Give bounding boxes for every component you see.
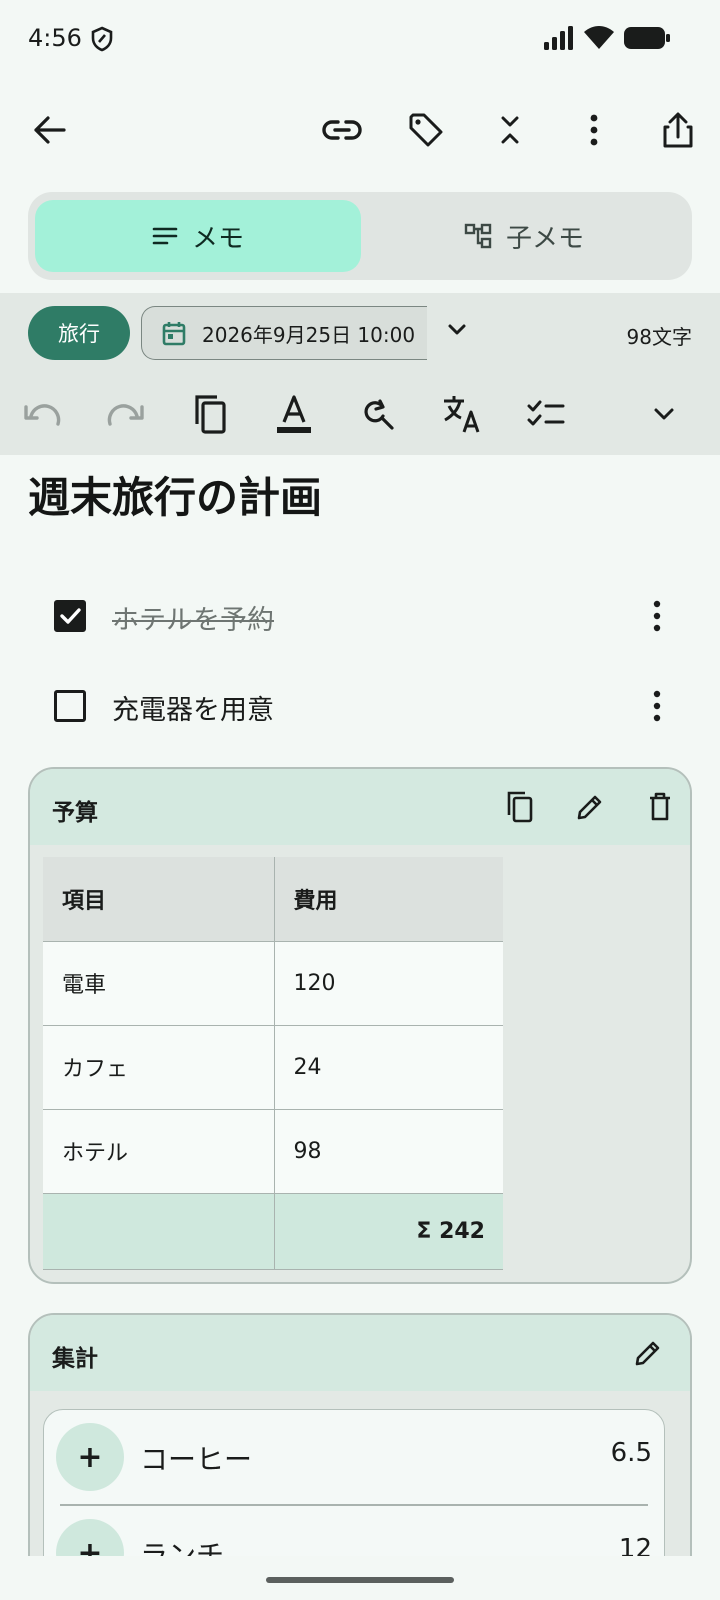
more-vert-icon	[590, 114, 598, 146]
more-vert-icon	[653, 690, 661, 722]
item-menu-button[interactable]	[652, 690, 662, 722]
chevron-down-icon	[448, 324, 466, 335]
item-menu-button[interactable]	[652, 600, 662, 632]
checkbox-unchecked[interactable]	[54, 690, 86, 722]
table-cell[interactable]: 120	[274, 941, 503, 1025]
column-header[interactable]: 費用	[274, 857, 503, 941]
checkbox-checked[interactable]	[54, 600, 86, 632]
table-cell[interactable]: 24	[274, 1025, 503, 1109]
pencil-icon	[577, 795, 602, 820]
table-cell[interactable]: カフェ	[43, 1025, 275, 1109]
tally-item: + コーヒー 6.5	[44, 1410, 664, 1506]
more-vert-icon	[653, 600, 661, 632]
share-icon	[663, 112, 693, 148]
checklist-item-label[interactable]: 充電器を用意	[112, 688, 274, 727]
undo-button[interactable]	[12, 384, 72, 444]
table-row: ホテル 98	[43, 1109, 503, 1193]
tag-icon	[409, 113, 443, 147]
redo-icon	[107, 404, 144, 426]
checklist-item: 充電器を用意	[0, 662, 720, 750]
copy-icon	[195, 395, 226, 434]
tally-item-label: コーヒー	[140, 1443, 253, 1476]
table-cell[interactable]: 電車	[43, 941, 275, 1025]
tab-memo-label: メモ	[191, 223, 244, 254]
budget-card-title: 予算	[52, 800, 98, 826]
battery-icon	[624, 27, 670, 49]
expand-icon	[654, 408, 674, 420]
more-button[interactable]	[564, 100, 624, 160]
date-dropdown-button[interactable]	[445, 318, 469, 342]
translate-button[interactable]	[432, 384, 492, 444]
collapse-icon	[501, 116, 519, 144]
tab-child-memo-label: 子メモ	[505, 223, 584, 254]
tree-icon	[464, 223, 492, 249]
pencil-icon	[635, 1341, 660, 1366]
delete-table-button[interactable]	[638, 785, 682, 829]
edit-table-button[interactable]	[568, 785, 612, 829]
date-chip[interactable]: 2026年9月25日 10:00	[141, 306, 427, 360]
link-button[interactable]	[312, 100, 372, 160]
text-color-button[interactable]	[264, 384, 324, 444]
table-cell[interactable]: ホテル	[43, 1109, 275, 1193]
tally-card-header: 集計	[30, 1315, 690, 1391]
checklist-item-label[interactable]: ホテルを予約	[112, 598, 274, 637]
tally-card-title: 集計	[52, 1346, 98, 1372]
status-icons	[542, 26, 670, 50]
text-color-icon	[277, 395, 311, 433]
checklist-item: ホテルを予約	[0, 572, 720, 660]
table-cell[interactable]: 98	[274, 1109, 503, 1193]
find-replace-button[interactable]	[348, 384, 408, 444]
tag-button[interactable]	[396, 100, 456, 160]
increment-button[interactable]: +	[56, 1423, 124, 1491]
copy-table-button[interactable]	[498, 785, 542, 829]
tally-item-value: 6.5	[610, 1438, 652, 1468]
note-title[interactable]: 週末旅行の計画	[28, 464, 322, 525]
collapse-button[interactable]	[480, 100, 540, 160]
wifi-icon	[584, 26, 614, 50]
find-replace-icon	[364, 399, 394, 430]
budget-table: 項目 費用 電車 120 カフェ 24 ホテル 98 Σ 242	[43, 857, 503, 1270]
back-arrow-icon	[34, 116, 66, 144]
tab-child-memo[interactable]: 子メモ	[364, 200, 684, 272]
copy-icon	[507, 791, 533, 823]
view-tabs: メモ 子メモ	[28, 192, 692, 280]
date-text: 2026年9月25日 10:00	[202, 322, 416, 347]
budget-card-header: 予算	[30, 769, 690, 845]
share-button[interactable]	[648, 100, 708, 160]
table-header-row: 項目 費用	[43, 857, 503, 941]
char-count: 98文字	[626, 325, 692, 349]
sum-value: Σ 242	[274, 1193, 503, 1269]
trash-icon	[650, 792, 670, 821]
tag-chip[interactable]: 旅行	[28, 306, 130, 360]
link-icon	[322, 120, 362, 140]
calendar-icon	[162, 322, 186, 346]
edit-tally-button[interactable]	[626, 1331, 670, 1375]
copy-button[interactable]	[180, 384, 240, 444]
column-header[interactable]: 項目	[43, 857, 275, 941]
check-icon	[60, 608, 81, 624]
checklist-button[interactable]	[516, 384, 576, 444]
signal-icon	[542, 26, 574, 50]
expand-toolbar-button[interactable]	[634, 384, 694, 444]
home-indicator[interactable]	[266, 1577, 454, 1583]
table-row: カフェ 24	[43, 1025, 503, 1109]
budget-card: 予算 項目 費用 電車 120 カフェ 24 ホテル 98 Σ 242	[28, 767, 692, 1284]
back-button[interactable]	[19, 100, 79, 160]
notes-icon	[152, 227, 178, 245]
table-row: 電車 120	[43, 941, 503, 1025]
redo-button[interactable]	[96, 384, 156, 444]
status-time: 4:56	[28, 24, 82, 52]
table-sum-row: Σ 242	[43, 1193, 503, 1269]
shield-icon	[90, 26, 114, 52]
undo-icon	[24, 404, 61, 426]
tab-memo[interactable]: メモ	[35, 200, 361, 272]
translate-icon	[444, 396, 480, 433]
sum-empty-cell	[43, 1193, 275, 1269]
checklist-icon	[527, 400, 565, 426]
